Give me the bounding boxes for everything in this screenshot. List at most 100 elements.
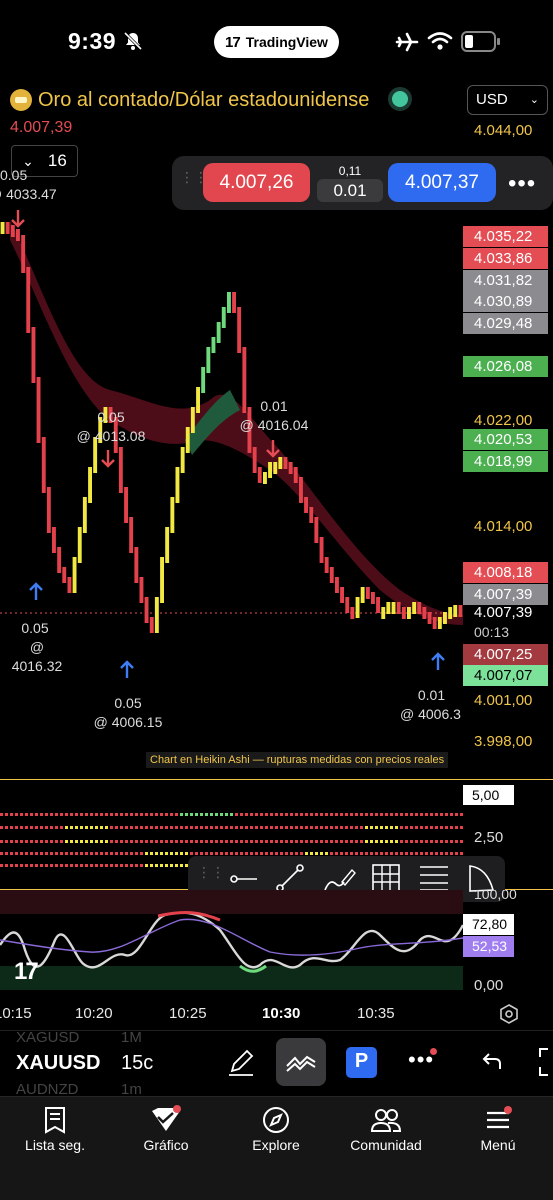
indicator-dot xyxy=(400,813,403,816)
gold-bar-icon xyxy=(10,89,32,111)
indicator-dot xyxy=(455,826,458,829)
price-axis-label: 4.007,07 xyxy=(463,665,548,686)
indicator-dot xyxy=(30,852,33,855)
oscillator-value-b: 52,53 xyxy=(463,936,514,957)
oversold-zone xyxy=(0,966,463,990)
candle xyxy=(407,607,411,619)
tab-lista-seg[interactable]: Lista seg. xyxy=(7,1103,103,1153)
indicator-dot xyxy=(435,826,438,829)
indicator-dot xyxy=(370,813,373,816)
fullscreen-icon[interactable] xyxy=(538,1047,553,1077)
indicator-dot xyxy=(255,852,258,855)
currency-select[interactable]: USD ⌄ xyxy=(467,85,548,115)
indicator-dot xyxy=(185,813,188,816)
drag-handle-icon[interactable]: ⋮⋮ xyxy=(180,170,208,193)
indicator-dot xyxy=(320,813,323,816)
price-axis-label: 4.029,48 xyxy=(463,313,548,334)
indicator-dot xyxy=(85,826,88,829)
indicator-dot xyxy=(30,826,33,829)
indicator-dot xyxy=(180,826,183,829)
indicator-dot xyxy=(125,826,128,829)
tab-explore[interactable]: Explore xyxy=(228,1103,324,1153)
indicator-dot xyxy=(235,826,238,829)
indicator-dot xyxy=(160,852,163,855)
indicator-dot xyxy=(60,852,63,855)
trade-marker-label: 0.01 @ 4016.04 xyxy=(239,398,309,433)
indicator-dot xyxy=(410,852,413,855)
more-options-icon[interactable]: ••• xyxy=(508,170,536,198)
candle xyxy=(427,612,432,624)
drag-handle-icon[interactable]: ⋮⋮ xyxy=(197,865,225,879)
interval-button[interactable]: 15c xyxy=(121,1052,153,1075)
battery-icon xyxy=(461,31,500,52)
indicator-dot xyxy=(40,813,43,816)
candle xyxy=(401,607,406,619)
indicator-dot xyxy=(440,813,443,816)
indicator-dot xyxy=(165,864,168,867)
indicator-dot xyxy=(310,826,313,829)
symbol-header[interactable]: Oro al contado/Dólar estadounidense xyxy=(10,86,369,114)
tab-menu[interactable]: Menú xyxy=(450,1103,546,1153)
indicator-dot xyxy=(215,826,218,829)
indicator-dot xyxy=(425,813,428,816)
tradingview-logo-icon: 17 xyxy=(225,33,241,51)
indicator-dot xyxy=(195,840,198,843)
symbol-search-button[interactable]: XAUUSD xyxy=(16,1052,100,1075)
candle xyxy=(412,602,417,614)
tradingview-pill[interactable]: 17 TradingView xyxy=(214,26,339,58)
indicator-dot xyxy=(70,813,73,816)
settings-hexagon-icon[interactable] xyxy=(498,1003,520,1025)
indicator-dot xyxy=(10,852,13,855)
indicator-dot xyxy=(115,826,118,829)
market-status-icon[interactable] xyxy=(392,91,408,107)
fib-retracement-icon[interactable] xyxy=(417,863,451,893)
indicator-dot xyxy=(55,840,58,843)
candle xyxy=(170,497,175,533)
undo-icon[interactable] xyxy=(481,1050,503,1072)
indicator-dot xyxy=(175,813,178,816)
sell-button[interactable]: 4.007,26 xyxy=(203,163,310,202)
indicator-dot xyxy=(20,852,23,855)
indicator-dot xyxy=(435,852,438,855)
airplane-icon xyxy=(395,32,419,52)
indicator-dot xyxy=(55,852,58,855)
indicator-dot xyxy=(370,840,373,843)
indicator-dot xyxy=(80,840,83,843)
indicator-dot xyxy=(135,864,138,867)
indicator-dot xyxy=(80,852,83,855)
tab-comunidad[interactable]: Comunidad xyxy=(338,1103,434,1153)
price-chart[interactable] xyxy=(0,120,463,775)
indicator-dot xyxy=(430,813,433,816)
indicator-dot xyxy=(295,826,298,829)
quantity-input[interactable]: 0.01 xyxy=(317,179,383,202)
horizontal-ray-icon[interactable] xyxy=(228,865,258,893)
buy-button[interactable]: 4.007,37 xyxy=(388,163,496,202)
drawing-pen-icon[interactable] xyxy=(226,1047,256,1077)
wifi-icon xyxy=(427,32,453,50)
indicator-dot xyxy=(325,840,328,843)
indicator-dot xyxy=(40,826,43,829)
indicator-wave-icon xyxy=(286,1055,316,1072)
indicator-dot xyxy=(160,826,163,829)
indicator-dot xyxy=(245,826,248,829)
candle xyxy=(149,617,154,633)
indicator-dot xyxy=(170,852,173,855)
buy-arrow-icon xyxy=(120,660,134,678)
indicator-dot xyxy=(85,813,88,816)
broker-logo-icon[interactable]: P xyxy=(346,1047,377,1078)
price-axis-label: 4.018,99 xyxy=(463,451,548,472)
trend-line-icon[interactable] xyxy=(275,863,305,893)
indicator-dot xyxy=(190,813,193,816)
indicator-dot xyxy=(445,826,448,829)
indicator-dot xyxy=(5,864,8,867)
indicator-dot xyxy=(405,826,408,829)
indicator-dot xyxy=(80,864,83,867)
oscillator-pane[interactable] xyxy=(0,890,463,990)
indicator-dot xyxy=(390,813,393,816)
indicator-dot xyxy=(375,840,378,843)
candle xyxy=(381,607,386,619)
tab-grafico[interactable]: Gráfico xyxy=(118,1103,214,1153)
indicator-dot xyxy=(325,813,328,816)
indicator-tools-button[interactable] xyxy=(276,1038,326,1086)
indicator-dot xyxy=(25,813,28,816)
